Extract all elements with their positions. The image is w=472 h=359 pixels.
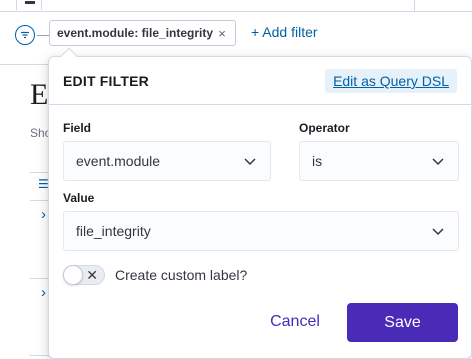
chevron-right-icon[interactable]: › bbox=[41, 284, 46, 301]
toggle-knob bbox=[63, 265, 83, 285]
filter-menu-icon bbox=[21, 31, 29, 39]
filter-pill[interactable]: event.module: file_integrity × bbox=[49, 20, 236, 46]
popover-header: EDIT FILTER Edit as Query DSL bbox=[49, 57, 471, 105]
save-button[interactable]: Save bbox=[347, 303, 458, 342]
chevron-down-icon bbox=[432, 158, 444, 166]
close-icon[interactable]: × bbox=[215, 26, 229, 41]
operator-select[interactable]: is bbox=[299, 141, 459, 181]
field-label: Field bbox=[63, 121, 92, 135]
value-select[interactable]: file_integrity bbox=[63, 211, 459, 251]
toolbar-tab[interactable] bbox=[16, 0, 42, 10]
add-filter-button[interactable]: + Add filter bbox=[251, 24, 318, 40]
top-toolbar-remnant bbox=[0, 0, 472, 12]
kibana-screen: event.module: file_integrity × + Add fil… bbox=[0, 0, 472, 359]
operator-label: Operator bbox=[299, 121, 350, 135]
chevron-right-icon[interactable]: › bbox=[41, 206, 46, 223]
operator-select-value: is bbox=[312, 153, 323, 169]
field-select-value: event.module bbox=[76, 153, 161, 169]
edit-filter-popover: EDIT FILTER Edit as Query DSL Field even… bbox=[48, 47, 472, 359]
custom-label-row: ✕ Create custom label? bbox=[63, 263, 247, 287]
field-select[interactable]: event.module bbox=[63, 141, 271, 181]
filter-connector-line bbox=[37, 35, 49, 36]
chevron-down-icon bbox=[432, 228, 444, 236]
custom-label-toggle[interactable]: ✕ bbox=[63, 265, 105, 285]
cancel-button[interactable]: Cancel bbox=[254, 303, 336, 341]
filter-menu-button[interactable] bbox=[15, 25, 35, 45]
toolbar-divider bbox=[414, 0, 415, 12]
edit-as-query-dsl-link[interactable]: Edit as Query DSL bbox=[325, 69, 457, 93]
chevron-down-icon bbox=[244, 158, 256, 166]
cross-icon: ✕ bbox=[86, 267, 98, 283]
custom-label-text: Create custom label? bbox=[115, 267, 248, 283]
value-label: Value bbox=[63, 191, 95, 205]
popover-title: EDIT FILTER bbox=[63, 73, 149, 89]
filter-pill-label: event.module: file_integrity bbox=[57, 26, 214, 40]
tab-indicator bbox=[25, 1, 35, 4]
value-select-value: file_integrity bbox=[76, 223, 151, 239]
